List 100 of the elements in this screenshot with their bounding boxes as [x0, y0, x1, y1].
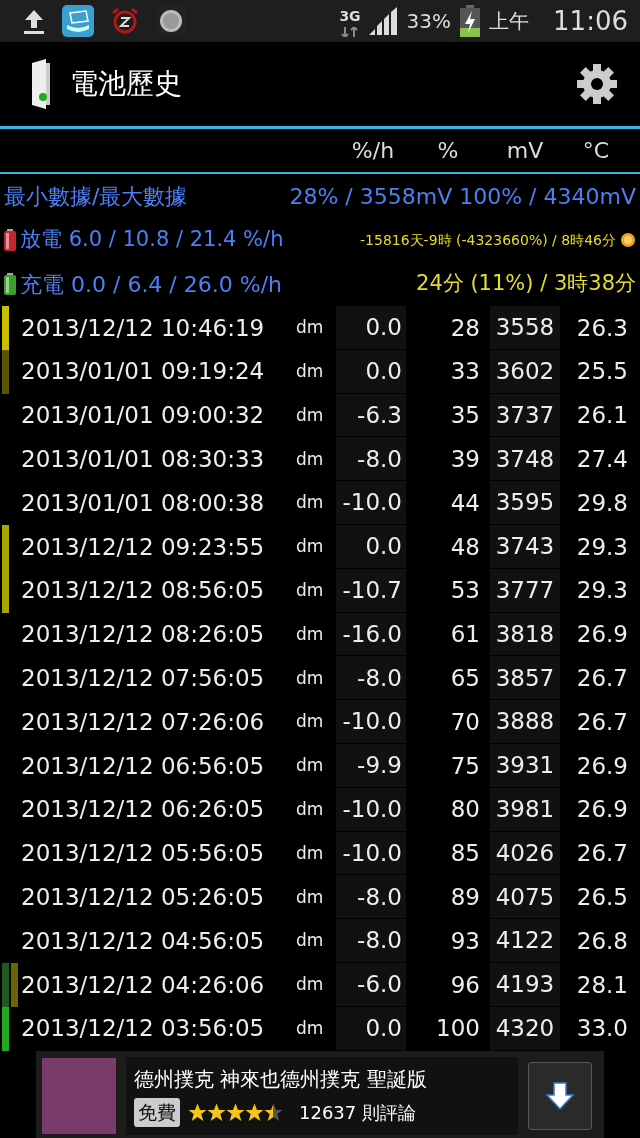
- rate-cell: -8.0: [336, 437, 406, 482]
- temperature-cell-text: 26.9: [575, 620, 629, 650]
- star-icon: [264, 1103, 283, 1123]
- unit-label: dm: [296, 710, 325, 734]
- battery-icon: [4, 273, 16, 295]
- timestamp: 2013/12/12 03:56:05: [20, 1014, 266, 1044]
- timestamp: 2013/12/12 06:56:05: [20, 751, 266, 781]
- percent-cell-text: 75: [449, 751, 481, 781]
- star-icon: [245, 1103, 264, 1123]
- timestamp: 2013/12/12 09:23:55: [20, 532, 266, 562]
- rate-cell: -6.0: [336, 962, 406, 1007]
- timestamp: 2013/01/01 08:00:38: [20, 488, 266, 518]
- voltage-cell: 3737: [490, 393, 560, 438]
- app-icon: [62, 5, 94, 37]
- percent-cell-text: 33: [449, 357, 481, 387]
- settings-icon[interactable]: [576, 63, 618, 105]
- percent-cell-text: 28: [449, 313, 481, 343]
- percent-cell-text: 100: [435, 1014, 481, 1044]
- timestamp: 2013/12/12 10:46:19: [20, 313, 266, 343]
- app-title: 電池歷史: [70, 66, 182, 102]
- temperature-cell-text: 26.1: [575, 401, 629, 431]
- star-icon: [226, 1103, 245, 1123]
- temperature-cell-text: 28.1: [575, 970, 629, 1000]
- battery-percent: 33%: [406, 8, 452, 35]
- percent-cell-text: 93: [449, 926, 481, 956]
- rate-cell: -8.0: [336, 919, 406, 963]
- time-estimate: -15816天-9時 (-4323660%) / 8時46分: [360, 230, 616, 250]
- temperature-cell-text: 26.7: [575, 664, 629, 693]
- temperature-cell-text: 27.4: [575, 445, 629, 475]
- voltage-cell: 4193: [490, 962, 560, 1007]
- voltage-cell: 3777: [490, 568, 560, 613]
- rate-summary: 放電 6.0 / 10.8 / 21.4 %/h: [20, 226, 284, 254]
- percent-cell-text: 85: [449, 839, 481, 869]
- sun-icon: [620, 232, 636, 248]
- column-header: mV: [505, 137, 545, 165]
- timestamp: 2013/12/12 05:26:05: [20, 883, 266, 912]
- unit-label: dm: [296, 491, 325, 515]
- temperature-cell-text: 26.3: [575, 313, 629, 343]
- rate-cell: -10.0: [336, 831, 406, 876]
- unit-label: dm: [296, 316, 325, 340]
- rate-cell: 0.0: [336, 1006, 406, 1051]
- unit-label: dm: [296, 885, 325, 909]
- rate-cell: -9.9: [336, 743, 406, 788]
- voltage-cell: 4075: [490, 875, 560, 920]
- percent-cell-text: 48: [449, 532, 481, 562]
- voltage-cell: 3748: [490, 437, 560, 482]
- time-period: 上午: [489, 8, 530, 35]
- rate-cell: -10.0: [336, 787, 406, 832]
- network-type: 3G: [339, 6, 361, 26]
- unit-label: dm: [296, 578, 325, 602]
- percent-cell-text: 89: [449, 883, 481, 912]
- rate-cell: 0.0: [336, 306, 406, 350]
- review-count: 12637 則評論: [299, 1101, 416, 1126]
- temperature-cell-text: 29.8: [575, 488, 629, 518]
- temperature-cell-text: 25.5: [575, 357, 629, 387]
- unit-label: dm: [296, 666, 325, 690]
- percent-cell-text: 44: [449, 488, 481, 518]
- percent-cell-text: 96: [449, 970, 481, 1000]
- temperature-cell-text: 29.3: [575, 532, 629, 562]
- summary-label: 最小數據/最大數據: [4, 182, 188, 211]
- unit-label: dm: [296, 841, 325, 865]
- percent-cell-text: 39: [449, 445, 481, 475]
- timestamp: 2013/12/12 04:26:06: [20, 970, 266, 1000]
- rate-cell: -10.0: [336, 481, 406, 525]
- timestamp: 2013/01/01 09:19:24: [20, 357, 266, 387]
- voltage-cell: 3931: [490, 743, 560, 788]
- unit-label: dm: [296, 403, 325, 427]
- time-estimate: 24分 (11%) / 3時38分: [416, 270, 636, 298]
- timestamp: 2013/01/01 09:00:32: [20, 401, 266, 431]
- percent-cell-text: 61: [449, 620, 481, 650]
- unit-label: dm: [296, 929, 325, 953]
- unit-label: dm: [296, 797, 325, 821]
- voltage-cell: 4320: [490, 1006, 560, 1051]
- percent-cell-text: 65: [449, 664, 481, 693]
- unit-label: dm: [296, 622, 325, 646]
- signal-icon: [368, 7, 399, 35]
- column-header: °C: [581, 137, 611, 165]
- battery-icon: [4, 229, 16, 251]
- rate-cell: 0.0: [336, 349, 406, 394]
- clock-time: 11:06: [553, 4, 628, 38]
- timestamp: 2013/12/12 07:56:05: [20, 664, 266, 693]
- rate-cell: -16.0: [336, 612, 406, 657]
- summary-value: 28% / 3558mV 100% / 4340mV: [289, 182, 636, 211]
- voltage-cell: 3595: [490, 481, 560, 525]
- ad-title: 德州撲克 神來也德州撲克 聖誕版: [134, 1066, 428, 1094]
- voltage-cell: 3981: [490, 787, 560, 832]
- timestamp: 2013/12/12 06:26:05: [20, 795, 266, 825]
- timestamp: 2013/12/12 08:26:05: [20, 620, 266, 650]
- alarm-clock-icon: [110, 7, 140, 35]
- download-icon: [545, 1080, 575, 1111]
- timestamp: 2013/12/12 08:56:05: [20, 576, 266, 606]
- unit-label: dm: [296, 1016, 325, 1040]
- column-header: %/h: [350, 137, 396, 165]
- temperature-cell-text: 26.9: [575, 795, 629, 825]
- rate-cell: -6.3: [336, 393, 406, 438]
- voltage-cell: 3888: [490, 700, 560, 744]
- rate-cell: -8.0: [336, 875, 406, 920]
- download-button[interactable]: [528, 1061, 592, 1130]
- unit-label: dm: [296, 359, 325, 383]
- percent-cell-text: 35: [449, 401, 481, 431]
